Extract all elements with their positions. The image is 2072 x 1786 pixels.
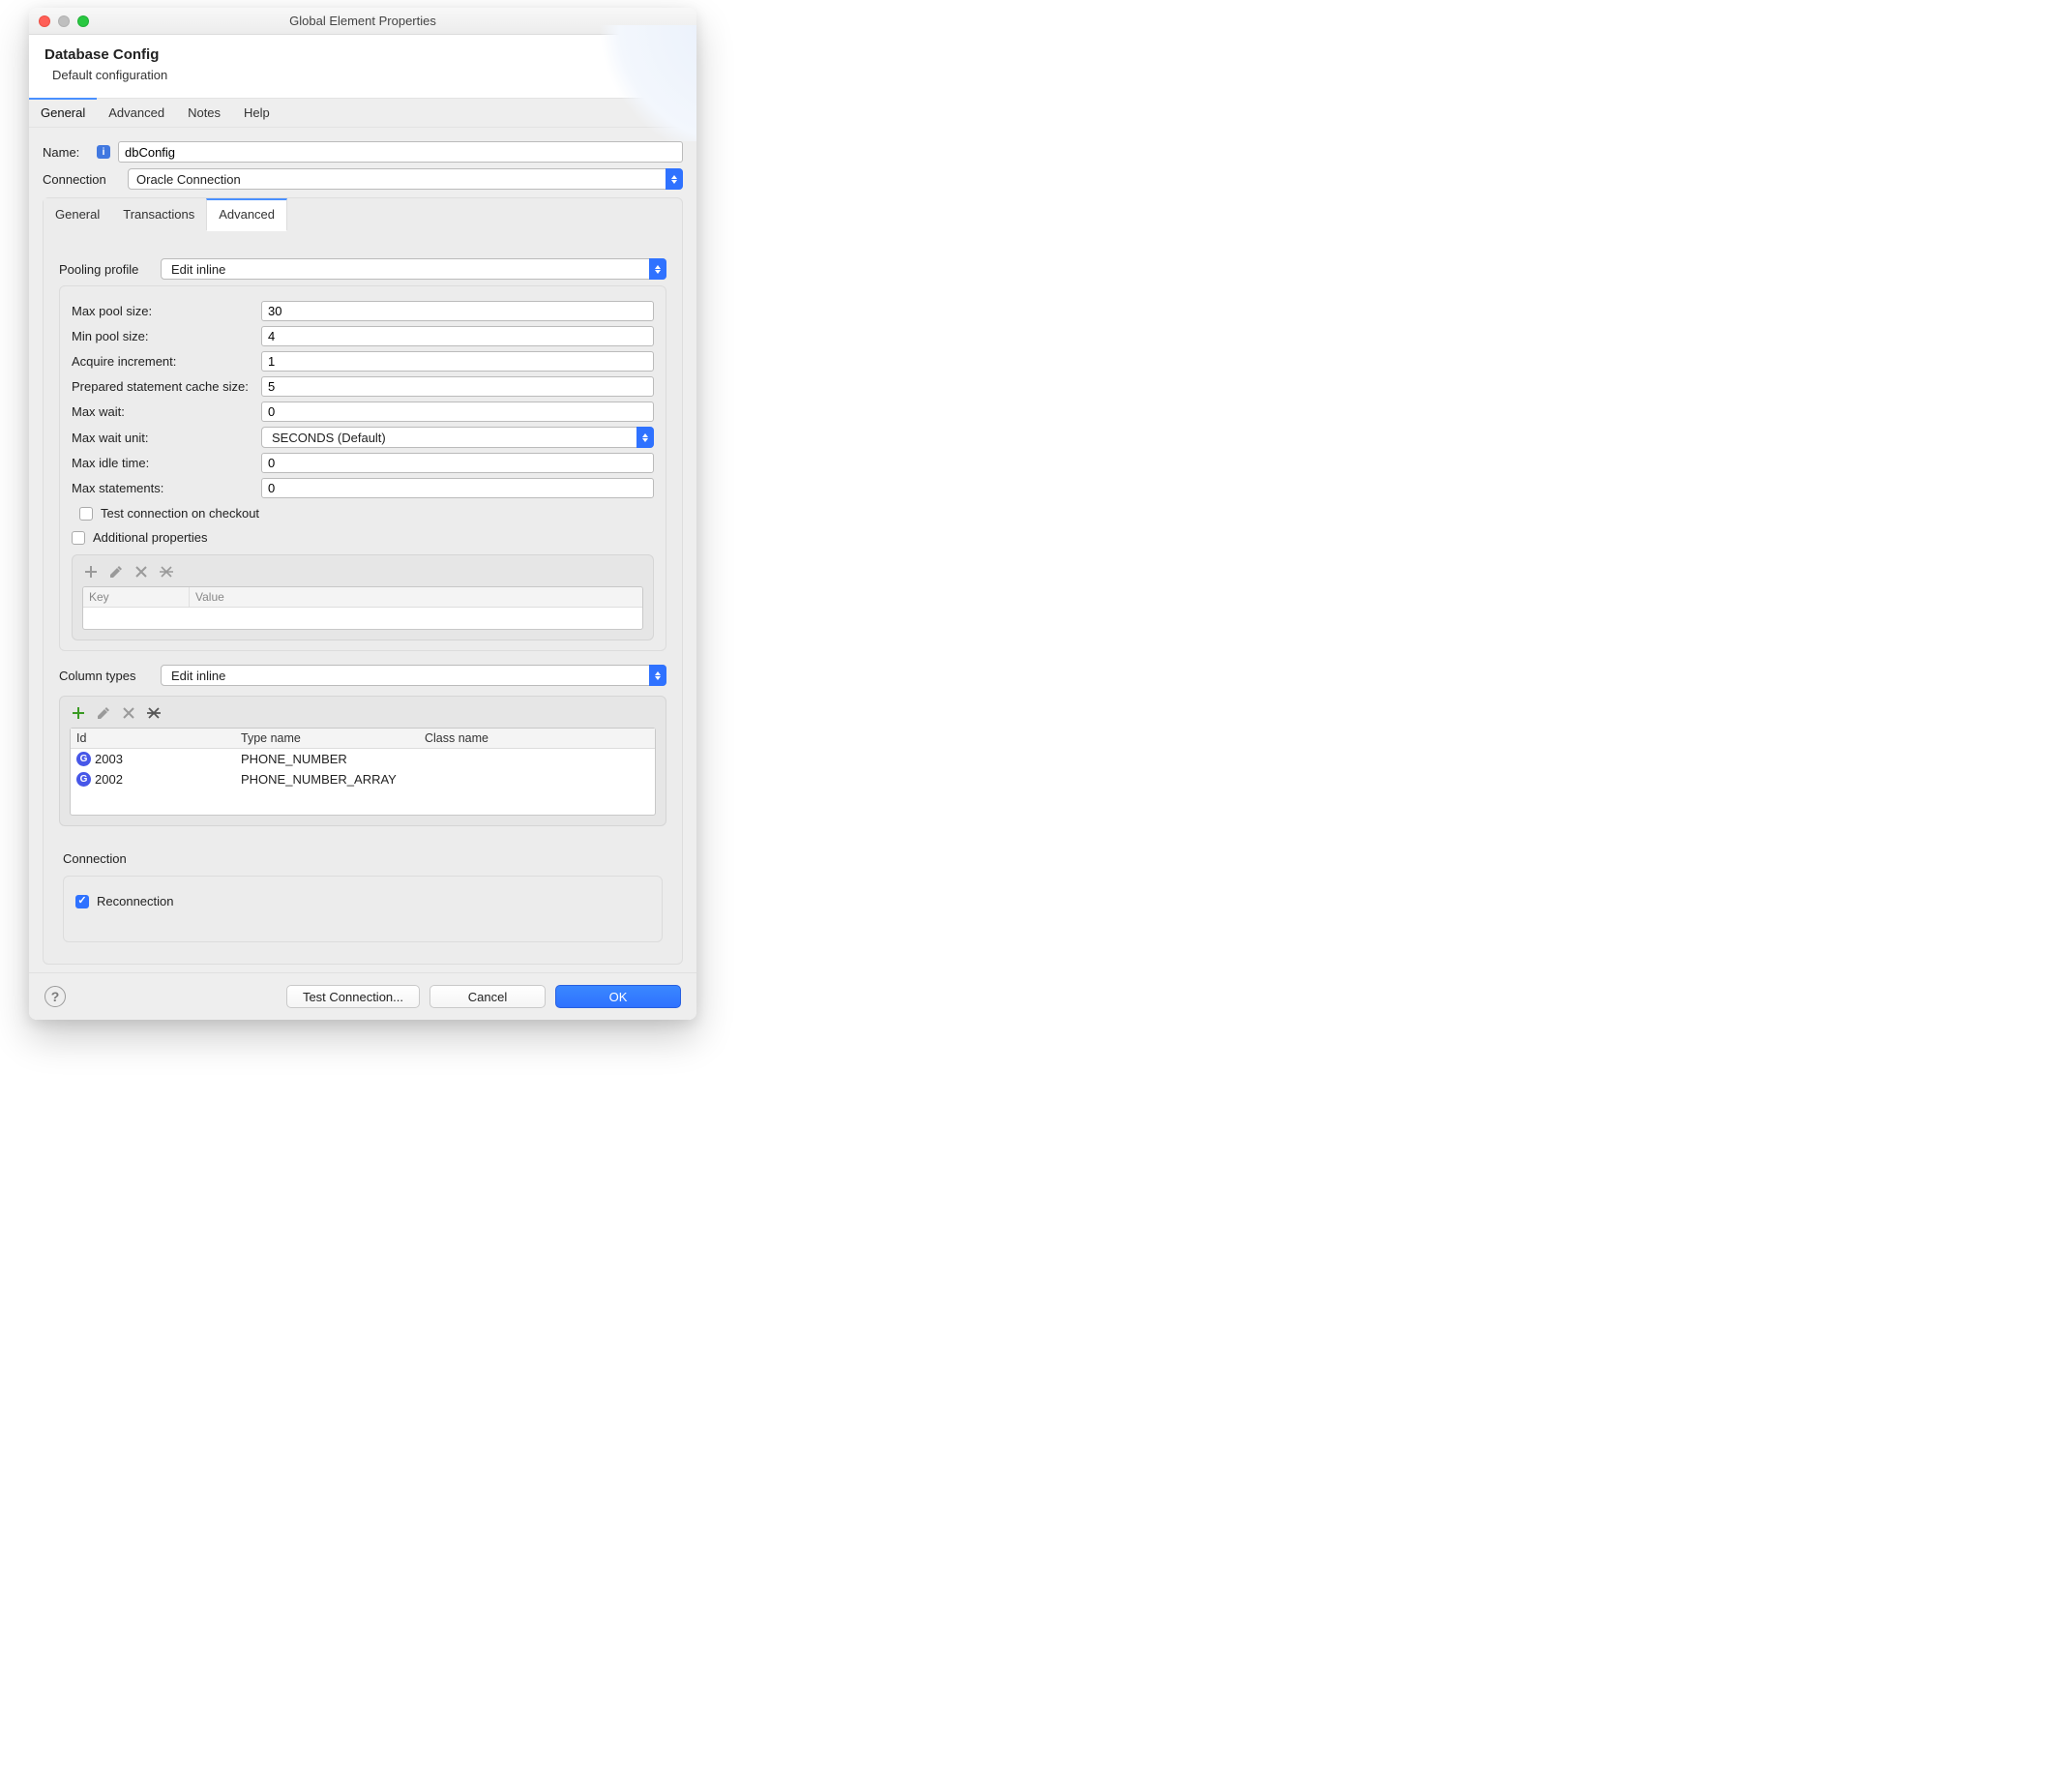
prepared-cache-label: Prepared statement cache size:: [72, 379, 253, 394]
help-icon[interactable]: ?: [44, 986, 66, 1007]
edit-icon: [95, 704, 112, 722]
col-header-class-name: Class name: [419, 729, 655, 748]
pooling-profile-label: Pooling profile: [59, 262, 151, 277]
cancel-button[interactable]: Cancel: [429, 985, 546, 1008]
max-pool-size-label: Max pool size:: [72, 304, 253, 318]
tab-help[interactable]: Help: [232, 99, 281, 127]
inner-tab-general[interactable]: General: [44, 198, 111, 231]
col-header-id: Id: [71, 729, 235, 748]
kv-header-key: Key: [83, 587, 190, 607]
chevron-updown-icon: [636, 427, 654, 448]
max-wait-unit-label: Max wait unit:: [72, 431, 253, 445]
chevron-updown-icon: [649, 258, 666, 280]
column-types-table: Id Type name Class name G 2003 PHONE_NUMB…: [70, 728, 656, 816]
edit-icon: [107, 563, 125, 580]
row-id: 2003: [95, 752, 123, 766]
globe-icon: G: [76, 752, 91, 766]
test-connection-button[interactable]: Test Connection...: [286, 985, 420, 1008]
row-type-name: PHONE_NUMBER: [235, 749, 419, 769]
name-input[interactable]: [118, 141, 683, 163]
table-row[interactable]: G 2003 PHONE_NUMBER: [71, 749, 655, 769]
max-wait-input[interactable]: [261, 402, 654, 422]
delete-icon: [133, 563, 150, 580]
dialog-header: Database Config Default configuration: [29, 35, 696, 98]
zoom-icon[interactable]: [77, 15, 89, 27]
header-subtitle: Default configuration: [52, 68, 681, 82]
additional-props-table: Key Value: [82, 586, 643, 630]
close-icon[interactable]: [39, 15, 50, 27]
col-header-type-name: Type name: [235, 729, 419, 748]
globe-icon: G: [76, 772, 91, 787]
name-label: Name:: [43, 145, 89, 160]
titlebar: Global Element Properties: [29, 8, 696, 35]
pooling-profile-select[interactable]: Edit inline: [161, 258, 666, 280]
row-type-name: PHONE_NUMBER_ARRAY: [235, 769, 419, 789]
prepared-cache-input[interactable]: [261, 376, 654, 397]
max-statements-label: Max statements:: [72, 481, 253, 495]
tab-advanced[interactable]: Advanced: [97, 99, 176, 127]
connection-section-label: Connection: [63, 851, 663, 866]
min-pool-size-input[interactable]: [261, 326, 654, 346]
reconnection-label: Reconnection: [97, 894, 174, 908]
main-tabs: General Advanced Notes Help: [29, 98, 696, 128]
max-wait-unit-value: SECONDS (Default): [272, 431, 386, 445]
kv-header-value: Value: [190, 587, 642, 607]
clear-icon: [158, 563, 175, 580]
table-row[interactable]: G 2002 PHONE_NUMBER_ARRAY: [71, 769, 655, 789]
chevron-updown-icon: [666, 168, 683, 190]
connection-panel: General Transactions Advanced Pooling pr…: [43, 197, 683, 965]
max-statements-input[interactable]: [261, 478, 654, 498]
max-idle-label: Max idle time:: [72, 456, 253, 470]
chevron-updown-icon: [649, 665, 666, 686]
window-title: Global Element Properties: [289, 14, 436, 28]
add-icon[interactable]: [70, 704, 87, 722]
dialog-window: Global Element Properties Database Confi…: [29, 8, 696, 1020]
min-pool-size-label: Min pool size:: [72, 329, 253, 343]
acquire-increment-label: Acquire increment:: [72, 354, 253, 369]
test-checkout-checkbox[interactable]: [79, 507, 93, 521]
connection-section: Connection Reconnection: [59, 840, 666, 946]
add-icon: [82, 563, 100, 580]
additional-props-table-card: Key Value: [72, 554, 654, 640]
ok-button[interactable]: OK: [555, 985, 681, 1008]
max-wait-unit-select[interactable]: SECONDS (Default): [261, 427, 654, 448]
tab-general[interactable]: General: [29, 98, 97, 127]
additional-props-label: Additional properties: [93, 530, 208, 545]
additional-props-checkbox[interactable]: [72, 531, 85, 545]
reconnection-checkbox[interactable]: [75, 895, 89, 908]
inner-tab-advanced[interactable]: Advanced: [206, 198, 287, 231]
max-pool-size-input[interactable]: [261, 301, 654, 321]
header-title: Database Config: [44, 46, 681, 63]
acquire-increment-input[interactable]: [261, 351, 654, 372]
clear-icon[interactable]: [145, 704, 163, 722]
inner-tab-transactions[interactable]: Transactions: [111, 198, 206, 231]
row-class-name: [419, 777, 655, 783]
connection-value: Oracle Connection: [136, 172, 241, 187]
column-types-card: Id Type name Class name G 2003 PHONE_NUMB…: [59, 696, 666, 826]
pooling-profile-card: Max pool size: Min pool size: Acquire in…: [59, 285, 666, 651]
tab-notes[interactable]: Notes: [176, 99, 232, 127]
row-id: 2002: [95, 772, 123, 787]
minimize-icon: [58, 15, 70, 27]
column-types-value: Edit inline: [171, 669, 225, 683]
column-types-label: Column types: [59, 669, 151, 683]
connection-label: Connection: [43, 172, 120, 187]
delete-icon: [120, 704, 137, 722]
dialog-footer: ? Test Connection... Cancel OK: [29, 972, 696, 1020]
column-types-select[interactable]: Edit inline: [161, 665, 666, 686]
connection-select[interactable]: Oracle Connection: [128, 168, 683, 190]
info-icon[interactable]: i: [97, 145, 110, 159]
test-checkout-label: Test connection on checkout: [101, 506, 259, 521]
max-wait-label: Max wait:: [72, 404, 253, 419]
row-class-name: [419, 757, 655, 762]
pooling-profile-value: Edit inline: [171, 262, 225, 277]
max-idle-input[interactable]: [261, 453, 654, 473]
